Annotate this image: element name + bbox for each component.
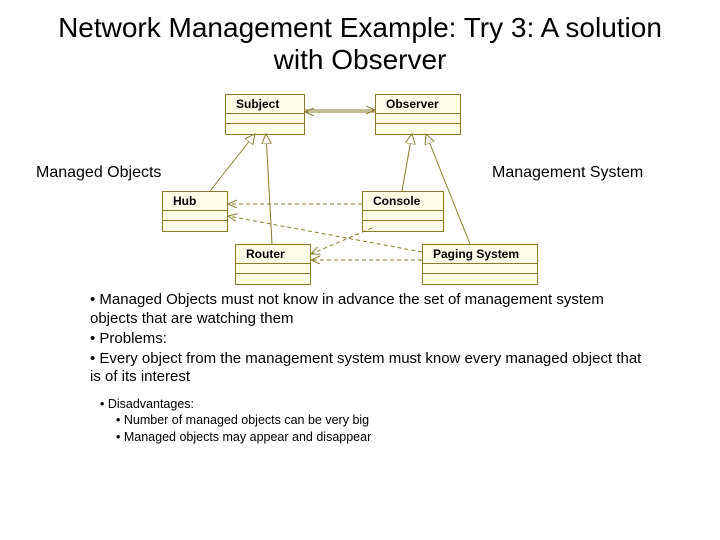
uml-class-observer: Observer [375, 94, 461, 135]
uml-class-hub: Hub [162, 191, 228, 232]
sub-bullet-item: • Number of managed objects can be very … [100, 412, 650, 428]
uml-class-name: Router [236, 245, 310, 264]
uml-connectors [0, 76, 720, 291]
uml-class-paging-system: Paging System [422, 244, 538, 285]
bullet-list: • Managed Objects must not know in advan… [0, 291, 720, 396]
sub-bullet-title: • Disadvantages: [100, 396, 650, 412]
uml-class-name: Observer [376, 95, 460, 114]
sub-bullet-list: • Disadvantages: • Number of managed obj… [0, 396, 720, 445]
uml-class-name: Console [363, 192, 443, 211]
slide-title: Network Management Example: Try 3: A sol… [0, 0, 720, 76]
uml-class-router: Router [235, 244, 311, 285]
uml-diagram: Managed Objects Management System Subjec… [0, 76, 720, 291]
label-managed-objects: Managed Objects [36, 164, 161, 182]
bullet-item: • Managed Objects must not know in advan… [90, 291, 650, 329]
uml-class-name: Paging System [423, 245, 537, 264]
uml-class-name: Subject [226, 95, 304, 114]
bullet-item: • Problems: [90, 330, 650, 349]
sub-bullet-item: • Managed objects may appear and disappe… [100, 429, 650, 445]
label-management-system: Management System [492, 164, 643, 182]
uml-class-subject: Subject [225, 94, 305, 135]
uml-class-name: Hub [163, 192, 227, 211]
bullet-item: • Every object from the management syste… [90, 350, 650, 388]
uml-class-console: Console [362, 191, 444, 232]
